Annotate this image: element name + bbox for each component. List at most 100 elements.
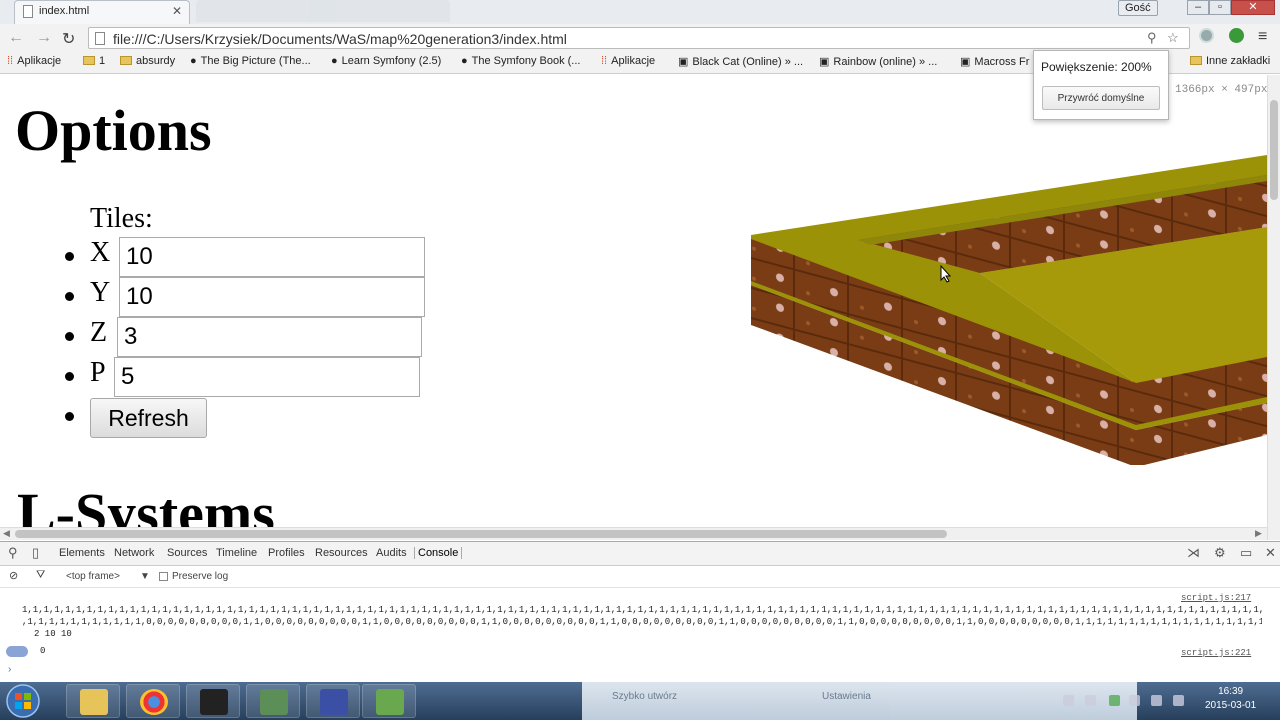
close-tab-icon[interactable]: ✕ — [172, 4, 182, 18]
bookmark-item[interactable]: absurdy — [120, 55, 175, 67]
preserve-log-checkbox[interactable] — [159, 572, 168, 581]
hat-icon — [200, 689, 228, 715]
horizontal-scrollbar[interactable]: ◀ ▶ — [0, 527, 1267, 540]
bookmark-label: The Symfony Book (... — [471, 55, 581, 67]
inspect-icon[interactable]: ⚲ — [8, 545, 18, 561]
tray-icon[interactable] — [1085, 695, 1096, 706]
bookmark-item[interactable]: ▣ Macross Fr — [960, 55, 1029, 68]
field-label-p: P — [90, 357, 106, 388]
apps-icon: ⁞⁞ — [7, 55, 14, 67]
taskbar-app[interactable] — [362, 684, 416, 718]
bookmark-item[interactable]: ⁞⁞ Aplikacje — [601, 55, 655, 67]
tab-console[interactable]: Console — [414, 547, 463, 559]
taskbar-preview-item[interactable]: Ustawienia — [822, 691, 871, 702]
taskbar-app[interactable] — [246, 684, 300, 718]
minimize-icon[interactable]: – — [1187, 0, 1209, 15]
taskbar-app[interactable] — [186, 684, 240, 718]
options-heading: Options — [15, 98, 212, 163]
network-icon[interactable] — [1151, 695, 1162, 706]
menu-icon[interactable]: ≡ — [1258, 28, 1267, 46]
chevron-down-icon[interactable]: ▼ — [140, 571, 150, 582]
tab-resources[interactable]: Resources — [315, 547, 368, 559]
map-canvas[interactable] — [740, 135, 1267, 465]
scroll-thumb[interactable] — [1270, 100, 1278, 200]
address-bar[interactable]: file:///C:/Users/Krzysiek/Documents/WaS/… — [88, 27, 1190, 49]
bookmark-label: Macross Fr — [974, 56, 1030, 68]
zoom-icon[interactable]: ⚲ — [1147, 30, 1157, 46]
frame-selector[interactable]: <top frame> — [66, 571, 120, 582]
extension-icon[interactable] — [1229, 28, 1244, 43]
scroll-right-icon[interactable]: ▶ — [1255, 528, 1262, 539]
repeat-count-badge — [6, 646, 28, 657]
tab-sources[interactable]: Sources — [167, 547, 207, 559]
maximize-icon[interactable]: ▫ — [1209, 0, 1231, 15]
reset-zoom-button[interactable]: Przywróć domyślne — [1042, 86, 1160, 110]
bookmark-label: 1 — [99, 55, 106, 67]
system-clock[interactable]: 16:39 2015-03-01 — [1205, 685, 1256, 713]
tab-index-html[interactable]: index.html ✕ — [14, 0, 190, 24]
taskbar-explorer[interactable] — [66, 684, 120, 718]
browser-toolbar: ← → ↻ file:///C:/Users/Krzysiek/Document… — [0, 24, 1280, 52]
console-prompt[interactable]: › — [8, 664, 11, 675]
console-output: 1,1,1,1,1,1,1,1,1,1,1,1,1,1,1,1,1,1,1,1,… — [22, 605, 1262, 615]
reload-icon[interactable]: ↻ — [62, 29, 75, 49]
bookmark-item[interactable]: ● The Symfony Book (... — [461, 55, 580, 67]
bookmark-item[interactable]: 1 — [83, 55, 105, 67]
forward-icon[interactable]: → — [36, 29, 52, 47]
site-icon: ● — [190, 55, 197, 67]
site-icon: ● — [331, 55, 338, 67]
filter-icon[interactable]: ⛛ — [36, 569, 45, 582]
tray-icon[interactable] — [1129, 695, 1140, 706]
tab-network[interactable]: Network — [114, 547, 154, 559]
bookmark-item[interactable]: ● The Big Picture (The... — [190, 55, 311, 67]
taskbar-preview-item[interactable]: Szybko utwórz — [612, 691, 677, 702]
background-tab[interactable] — [310, 0, 450, 22]
console-source-link[interactable]: script.js:221 — [1181, 648, 1251, 658]
folder-icon — [1190, 56, 1202, 65]
tray-icon[interactable] — [1063, 695, 1074, 706]
bookmark-label: absurdy — [136, 55, 176, 67]
bookmark-item[interactable]: ▣ Rainbow (online) » ... — [819, 55, 937, 68]
clock-time: 16:39 — [1218, 686, 1244, 697]
taskbar-app[interactable] — [306, 684, 360, 718]
volume-icon[interactable] — [1173, 695, 1184, 706]
tab-profiles[interactable]: Profiles — [268, 547, 305, 559]
windows-taskbar: Szybko utwórz Ustawienia 16:39 2015-03-0… — [0, 682, 1280, 720]
folder-icon — [83, 56, 95, 65]
z-input[interactable] — [117, 317, 422, 357]
close-window-icon[interactable]: ✕ — [1231, 0, 1275, 15]
start-button[interactable] — [3, 683, 43, 719]
url-text: file:///C:/Users/Krzysiek/Documents/WaS/… — [113, 31, 567, 47]
tab-elements[interactable]: Elements — [59, 547, 105, 559]
taskbar-chrome[interactable] — [126, 684, 180, 718]
site-icon: ▣ — [960, 56, 971, 68]
y-input[interactable] — [119, 277, 425, 317]
close-icon[interactable]: ✕ — [1265, 545, 1276, 561]
tray-icon[interactable] — [1109, 695, 1120, 706]
bookmark-item[interactable]: ⁞⁞ Aplikacje — [7, 55, 61, 67]
bookmark-item[interactable]: ● Learn Symfony (2.5) — [331, 55, 441, 67]
vertical-scrollbar[interactable] — [1267, 75, 1280, 540]
back-icon[interactable]: ← — [8, 29, 24, 47]
device-icon[interactable]: ▯ — [32, 545, 39, 561]
tab-audits[interactable]: Audits — [376, 547, 407, 559]
console-output: 0 — [40, 646, 46, 656]
bookmark-item[interactable]: ▣ Black Cat (Online) » ... — [678, 55, 803, 68]
scroll-thumb[interactable] — [15, 530, 947, 538]
p-input[interactable] — [114, 357, 420, 397]
other-bookmarks[interactable]: Inne zakładki — [1190, 55, 1270, 67]
scroll-left-icon[interactable]: ◀ — [3, 528, 10, 539]
gear-icon[interactable]: ⚙ — [1214, 545, 1226, 561]
refresh-button[interactable]: Refresh — [90, 398, 207, 438]
tab-timeline[interactable]: Timeline — [216, 547, 257, 559]
drawer-icon[interactable]: ⋊ — [1187, 545, 1200, 561]
star-icon[interactable]: ☆ — [1167, 30, 1179, 46]
dock-icon[interactable]: ▭ — [1240, 545, 1252, 561]
monitor-icon — [260, 689, 288, 715]
clear-console-icon[interactable]: ⊘ — [9, 569, 18, 582]
console-source-link[interactable]: script.js:217 — [1181, 593, 1251, 603]
extension-icon[interactable] — [1199, 28, 1214, 43]
x-input[interactable] — [119, 237, 425, 277]
tab-title: index.html — [39, 5, 90, 17]
user-button[interactable]: Gość — [1118, 0, 1158, 16]
